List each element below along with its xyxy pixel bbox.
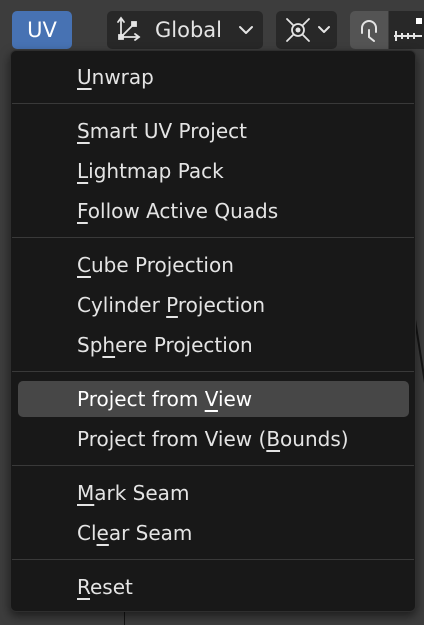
menu-item-label: ar Seam	[108, 521, 193, 545]
snap-magnet-icon	[361, 20, 377, 42]
menu-separator	[12, 465, 414, 466]
menu-item-label: rojection	[177, 293, 266, 317]
menu-item-label: Sp	[77, 333, 103, 357]
menu-item-shortcut-letter: P	[166, 293, 178, 317]
menu-item[interactable]: Project from View	[18, 381, 409, 417]
menu-item-shortcut-letter: M	[77, 481, 95, 505]
snap-increment-icon	[394, 18, 422, 41]
transform-orientation-icon	[115, 14, 143, 46]
chevron-down-icon	[237, 20, 255, 44]
menu-item-shortcut-letter: F	[77, 199, 88, 223]
menu-item-shortcut-letter: S	[77, 119, 90, 143]
menu-item-label: ollow Active Quads	[87, 199, 279, 223]
uv-menu-button[interactable]: UV	[12, 11, 72, 49]
menu-item-label: iew	[217, 387, 253, 411]
menu-item[interactable]: Cylinder Projection	[18, 287, 409, 323]
uv-dropdown-menu: Unwrap Smart UV Project Lightmap Pack Follo…	[10, 50, 416, 612]
transform-orientation-label: Global	[155, 18, 222, 42]
snap-increment-button[interactable]	[389, 11, 424, 49]
chevron-down-icon	[316, 20, 332, 44]
menu-item[interactable]: Clear Seam	[18, 515, 409, 551]
snap-toggle-button[interactable]	[350, 11, 388, 49]
menu-item[interactable]: Project from View (Bounds)	[18, 421, 409, 457]
menu-item-shortcut-letter: L	[77, 159, 89, 183]
snap-target-dropdown[interactable]	[276, 11, 337, 49]
menu-separator	[12, 237, 414, 238]
menu-item[interactable]: Smart UV Project	[18, 113, 409, 149]
menu-item[interactable]: Follow Active Quads	[18, 193, 409, 229]
menu-item-shortcut-letter: V	[204, 387, 218, 411]
menu-item-shortcut-letter: e	[96, 521, 109, 545]
menu-item[interactable]: Cube Projection	[18, 247, 409, 283]
menu-item-label: ounds)	[280, 427, 349, 451]
menu-item-label: Project from View (	[77, 427, 267, 451]
menu-item-label: ark Seam	[94, 481, 190, 505]
menu-item-shortcut-letter: h	[102, 333, 116, 357]
uv-menu-label: UV	[27, 18, 57, 42]
snap-target-icon	[283, 16, 313, 48]
menu-item[interactable]: Lightmap Pack	[18, 153, 409, 189]
menu-item-shortcut-letter: C	[77, 253, 91, 277]
menu-item[interactable]: Mark Seam	[18, 475, 409, 511]
menu-item-shortcut-letter: B	[266, 427, 281, 451]
menu-item-label: ere Projection	[115, 333, 253, 357]
transform-orientation-dropdown[interactable]: Global	[107, 11, 263, 49]
menu-item-shortcut-letter: R	[77, 575, 90, 599]
menu-item-label: nwrap	[91, 65, 154, 89]
menu-item-label: mart UV Project	[89, 119, 247, 143]
menu-item-label: Cl	[77, 521, 97, 545]
viewport-grid-line	[124, 610, 125, 625]
menu-item-label: Cylinder	[77, 293, 167, 317]
menu-item[interactable]: Sphere Projection	[18, 327, 409, 363]
menu-item-label: Project from	[77, 387, 205, 411]
menu-item[interactable]: Reset	[18, 569, 409, 605]
menu-separator	[12, 103, 414, 104]
menu-separator	[12, 371, 414, 372]
menu-item-label: ube Projection	[90, 253, 234, 277]
menu-item-shortcut-letter: U	[77, 65, 92, 89]
menu-item-label: ightmap Pack	[88, 159, 224, 183]
menu-separator	[12, 559, 414, 560]
menu-item[interactable]: Unwrap	[18, 59, 409, 95]
menu-item-label: eset	[90, 575, 133, 599]
